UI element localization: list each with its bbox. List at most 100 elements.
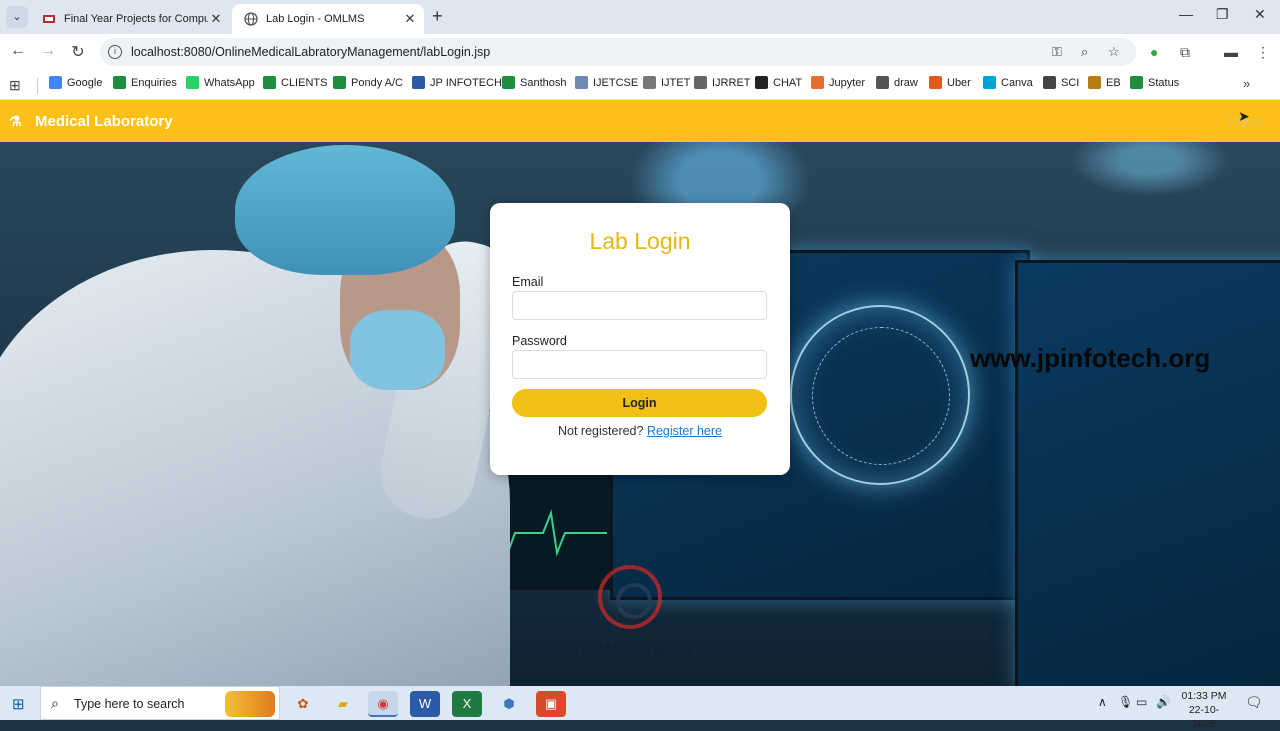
bookmark-label: Santhosh [520, 76, 567, 89]
bookmark-label: SCI [1061, 76, 1080, 89]
apps-grid-icon[interactable]: ⊞ [9, 77, 21, 94]
bookmark-ijetcse[interactable]: IJETCSE [575, 76, 638, 89]
bookmark-santhosh[interactable]: Santhosh [502, 76, 566, 89]
doc-icon [643, 76, 656, 89]
email-field[interactable] [512, 291, 767, 320]
chatgpt-icon [755, 76, 768, 89]
reload-icon[interactable]: ↻ [68, 42, 88, 62]
extensions-puzzle-icon[interactable]: ⧉ [1180, 44, 1190, 61]
bookmark-label: Google [67, 76, 103, 89]
background-face-mask [350, 310, 445, 390]
globe-icon [1043, 76, 1056, 89]
eb-icon [1088, 76, 1101, 89]
mouse-cursor-icon: ➤ [1238, 108, 1250, 124]
browser-tab-active[interactable]: Lab Login - OMLMS ✕ [232, 4, 424, 34]
bookmark-label: CHAT [773, 76, 803, 89]
microphone-icon[interactable]: 🎙 [1118, 695, 1133, 709]
url-text[interactable]: localhost:8080/OnlineMedicalLabratoryMan… [131, 45, 490, 59]
globe-icon [244, 12, 258, 26]
taskbar-clock[interactable]: 01:33 PM 22-10-2025 [1178, 689, 1230, 731]
bookmark-uber[interactable]: Uber [929, 76, 971, 89]
sheets-icon [502, 76, 515, 89]
bookmark-star-icon[interactable]: ☆ [1108, 44, 1120, 60]
bookmark-label: IJTET [661, 76, 691, 89]
excel-app-icon[interactable]: X [452, 691, 482, 717]
zoom-icon[interactable]: ⌕ [1081, 44, 1088, 60]
app-navbar: ⚗ Medical Laboratory Logout ➤ [0, 100, 1280, 142]
cube-app-icon[interactable]: ⬢ [494, 691, 524, 717]
register-link[interactable]: Register here [647, 424, 722, 438]
back-icon[interactable]: ← [8, 42, 28, 60]
tab-close-icon[interactable]: ✕ [402, 11, 418, 27]
register-prompt: Not registered? [558, 424, 644, 438]
bookmark-label: Jupyter [829, 76, 866, 89]
bookmark-jupyter[interactable]: Jupyter [811, 76, 865, 89]
bookmark-jp-infotech[interactable]: JP INFOTECH [412, 76, 502, 89]
draw-icon [876, 76, 889, 89]
file-explorer-icon[interactable]: ▰ [328, 691, 358, 717]
background-brain-scan [790, 305, 970, 485]
password-field[interactable] [512, 350, 767, 379]
new-tab-button[interactable]: + [432, 6, 443, 27]
bookmark-whatsapp[interactable]: WhatsApp [186, 76, 255, 89]
bookmark-label: Uber [947, 76, 971, 89]
more-bookmarks-icon[interactable]: » [1243, 76, 1250, 91]
password-label: Password [512, 334, 567, 348]
watermark-url: www.jpinfotech.org [970, 343, 1211, 373]
app-brand[interactable]: Medical Laboratory [35, 113, 173, 130]
password-key-icon[interactable]: ⚿ [1052, 44, 1062, 60]
site-info-icon[interactable]: i [108, 45, 122, 59]
jp-icon [412, 76, 425, 89]
bookmark-ijtet[interactable]: IJTET [643, 76, 690, 89]
sheets-icon [1130, 76, 1143, 89]
jp-favicon-icon [43, 15, 55, 23]
photos-app-icon[interactable]: ✿ [288, 691, 318, 717]
notifications-icon[interactable]: 🗨 [1245, 694, 1263, 711]
globe-icon [694, 76, 707, 89]
tab-close-icon[interactable]: ✕ [208, 11, 224, 27]
menu-kebab-icon[interactable]: ⋮ [1256, 44, 1270, 61]
windows-taskbar: ⊞ ⌕ Type here to search ✿ ▰ ◉ W X ⬢ ▣ ∧ … [0, 686, 1280, 730]
bookmark-canva[interactable]: Canva [983, 76, 1033, 89]
chrome-app-icon[interactable]: ◉ [368, 691, 398, 717]
bookmark-clients[interactable]: CLIENTS [263, 76, 327, 89]
bookmark-label: WhatsApp [204, 76, 255, 89]
volume-icon[interactable]: 🔊 [1156, 695, 1171, 709]
browser-tab-inactive[interactable]: Final Year Projects for Compute ✕ [30, 4, 230, 34]
clock-date: 22-10-2025 [1188, 704, 1220, 730]
bookmark-google[interactable]: Google [49, 76, 102, 89]
bookmark-enquiries[interactable]: Enquiries [113, 76, 177, 89]
bookmark-chat[interactable]: CHAT [755, 76, 802, 89]
extension-green-icon[interactable]: ● [1150, 44, 1158, 60]
login-button[interactable]: Login [512, 389, 767, 417]
taskbar-search-box[interactable]: ⌕ Type here to search [40, 686, 280, 720]
bookmark-draw[interactable]: draw [876, 76, 918, 89]
tray-chevron-icon[interactable]: ∧ [1098, 695, 1107, 709]
red-app-icon[interactable]: ▣ [536, 691, 566, 717]
email-label: Email [512, 275, 544, 289]
bookmark-label: Pondy A/C [351, 76, 403, 89]
restore-icon[interactable]: ❐ [1216, 6, 1229, 23]
tab-title: Final Year Projects for Compute [64, 13, 208, 25]
search-icon: ⌕ [51, 695, 59, 711]
bookmark-pondy-a-c[interactable]: Pondy A/C [333, 76, 403, 89]
sheets-icon [113, 76, 126, 89]
forward-icon[interactable]: → [38, 42, 58, 60]
minimize-icon[interactable]: — [1179, 6, 1193, 22]
word-app-icon[interactable]: W [410, 691, 440, 717]
bookmark-label: IJETCSE [593, 76, 639, 89]
bookmark-sci[interactable]: SCI [1043, 76, 1079, 89]
window-close-icon[interactable]: ✕ [1254, 6, 1266, 23]
watermark-logo-text: JP INFOTECH [570, 640, 693, 659]
address-bar[interactable]: i localhost:8080/OnlineMedicalLabratoryM… [100, 38, 1136, 66]
windows-start-icon[interactable]: ⊞ [12, 695, 25, 713]
network-icon[interactable]: ▭ [1136, 695, 1147, 709]
profile-icon[interactable]: ▬ [1224, 44, 1238, 60]
address-toolbar: ← → ↻ i localhost:8080/OnlineMedicalLabr… [0, 34, 1280, 70]
bookmark-ijrret[interactable]: IJRRET [694, 76, 751, 89]
bookmark-eb[interactable]: EB [1088, 76, 1121, 89]
bookmark-status[interactable]: Status [1130, 76, 1179, 89]
tab-search-chevron-icon[interactable]: ⌄ [6, 6, 28, 28]
bookmark-label: JP INFOTECH [430, 76, 502, 89]
register-prompt-row: Not registered? Register here [490, 424, 790, 438]
